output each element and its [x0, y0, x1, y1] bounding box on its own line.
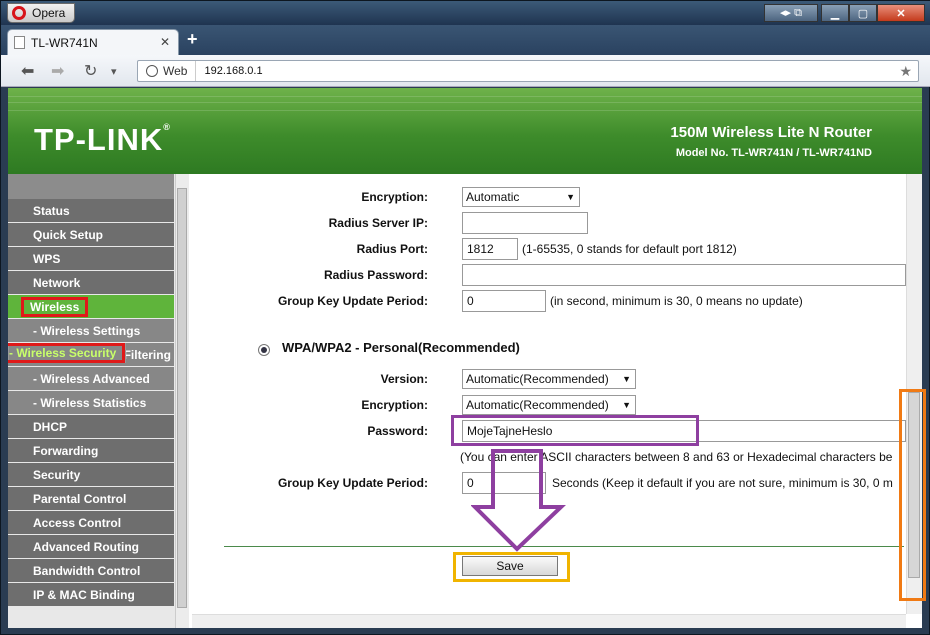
web-badge-label: Web: [163, 64, 188, 78]
version-label: Version:: [380, 372, 428, 386]
chevron-down-icon: ▼: [622, 374, 631, 384]
sidebar-item-status[interactable]: Status: [8, 199, 174, 222]
sidebar-item-advanced-routing[interactable]: Advanced Routing: [8, 535, 174, 558]
sidebar-menu: Status Quick Setup WPS Network Wireless …: [8, 174, 189, 628]
group-key-update-hint: (in second, minimum is 30, 0 means no up…: [550, 294, 803, 308]
password-hint: (You can enter ASCII characters between …: [460, 450, 893, 464]
sidebar-item-wireless-settings[interactable]: - Wireless Settings: [8, 319, 174, 342]
radius-port-input[interactable]: 1812: [462, 238, 518, 260]
radius-port-label: Radius Port:: [356, 242, 428, 256]
sidebar-item-dhcp[interactable]: DHCP: [8, 415, 174, 438]
close-window-button[interactable]: ✕: [877, 4, 925, 22]
opera-logo-icon: [12, 6, 26, 20]
sidebar-header: [8, 174, 174, 199]
personal-encryption-label: Encryption:: [361, 398, 428, 412]
address-bar[interactable]: Web 192.168.0.1 ★: [137, 60, 919, 82]
chevron-down-icon: ▼: [622, 400, 631, 410]
radius-password-input[interactable]: [462, 264, 906, 286]
bookmark-star-icon[interactable]: ★: [899, 63, 912, 80]
encryption-label: Encryption:: [361, 190, 428, 204]
sidebar-item-forwarding[interactable]: Forwarding: [8, 439, 174, 462]
sidebar-item-wps[interactable]: WPS: [8, 247, 174, 270]
sidebar-item-bandwidth-control[interactable]: Bandwidth Control: [8, 559, 174, 582]
personal-group-key-input[interactable]: 0: [462, 472, 546, 494]
personal-encryption-select[interactable]: Automatic(Recommended) ▼: [462, 395, 636, 415]
web-badge[interactable]: Web: [138, 61, 197, 81]
browser-window: Opera ◂▸ ⧉ ▁ ▢ ✕ TL-WR741N ✕ + ⬅ ➡ ↻ ▾ W…: [0, 0, 930, 635]
sidebar-item-wireless-advanced[interactable]: - Wireless Advanced: [8, 367, 174, 390]
personal-group-key-hint: Seconds (Keep it default if you are not …: [552, 476, 893, 490]
divider: [224, 546, 904, 547]
wpa-personal-radio[interactable]: [258, 344, 270, 356]
minimize-button[interactable]: ▁: [821, 4, 849, 22]
sidebar-item-security[interactable]: Security: [8, 463, 174, 486]
personal-group-key-label: Group Key Update Period:: [277, 476, 428, 490]
history-dropdown-icon[interactable]: ▾: [111, 65, 117, 78]
radius-password-label: Radius Password:: [323, 268, 428, 282]
opera-menu-label: Opera: [32, 6, 66, 20]
maximize-button[interactable]: ▢: [849, 4, 877, 22]
radius-server-ip-input[interactable]: [462, 212, 588, 234]
wireless-security-form: Encryption: Automatic ▼ Radius Server IP:…: [192, 174, 922, 628]
sidebar-item-ip-mac-binding[interactable]: IP & MAC Binding: [8, 583, 174, 606]
radius-port-hint: (1-65535, 0 stands for default port 1812…: [522, 242, 737, 256]
forward-icon[interactable]: ➡: [51, 61, 64, 81]
tp-link-logo: TP-LINK®: [34, 122, 171, 157]
password-input[interactable]: MojeTajneHeslo: [462, 420, 906, 442]
model-number: Model No. TL-WR741N / TL-WR741ND: [675, 147, 872, 159]
wpa-personal-title: WPA/WPA2 - Personal(Recommended): [282, 340, 520, 355]
encryption-select[interactable]: Automatic ▼: [462, 187, 580, 207]
new-tab-button[interactable]: +: [187, 29, 198, 50]
globe-icon: [146, 65, 158, 77]
navigation-bar: ⬅ ➡ ↻ ▾ Web 192.168.0.1 ★: [1, 55, 930, 87]
router-banner: TP-LINK® 150M Wireless Lite N Router Mod…: [8, 88, 922, 174]
horizontal-scrollbar[interactable]: [192, 614, 906, 628]
title-bar: Opera ◂▸ ⧉ ▁ ▢ ✕: [1, 1, 930, 25]
sidebar-item-wireless-statistics[interactable]: - Wireless Statistics: [8, 391, 174, 414]
back-icon[interactable]: ⬅: [21, 61, 34, 81]
group-key-update-label: Group Key Update Period:: [277, 294, 428, 308]
sidebar-scrollbar-thumb[interactable]: [177, 188, 187, 608]
window-nav-buttons[interactable]: ◂▸ ⧉: [764, 4, 818, 22]
save-button[interactable]: Save: [462, 556, 558, 576]
sidebar-item-wireless-security[interactable]: - Wireless Security: [8, 343, 127, 363]
group-key-update-input[interactable]: 0: [462, 290, 546, 312]
sidebar-item-network[interactable]: Network: [8, 271, 174, 294]
sidebar-item-quick-setup[interactable]: Quick Setup: [8, 223, 174, 246]
tab-tl-wr741n[interactable]: TL-WR741N ✕: [7, 29, 179, 55]
product-name: 150M Wireless Lite N Router: [670, 124, 872, 141]
main-scrollbar-thumb[interactable]: [908, 392, 920, 578]
tab-strip: TL-WR741N ✕ +: [1, 25, 930, 55]
tab-title: TL-WR741N: [31, 35, 98, 50]
sidebar-item-parental-control[interactable]: Parental Control: [8, 487, 174, 510]
password-label: Password:: [367, 424, 428, 438]
tab-close-icon[interactable]: ✕: [160, 35, 170, 49]
reload-icon[interactable]: ↻: [84, 61, 97, 81]
version-select[interactable]: Automatic(Recommended) ▼: [462, 369, 636, 389]
chevron-down-icon: ▼: [566, 192, 575, 202]
sidebar-item-wireless[interactable]: Wireless: [8, 295, 174, 318]
opera-menu-button[interactable]: Opera: [7, 3, 75, 23]
url-text[interactable]: 192.168.0.1: [196, 65, 262, 77]
sidebar-item-access-control[interactable]: Access Control: [8, 511, 174, 534]
radius-server-ip-label: Radius Server IP:: [328, 216, 428, 230]
page-content: TP-LINK® 150M Wireless Lite N Router Mod…: [8, 88, 922, 628]
page-icon: [14, 36, 25, 49]
